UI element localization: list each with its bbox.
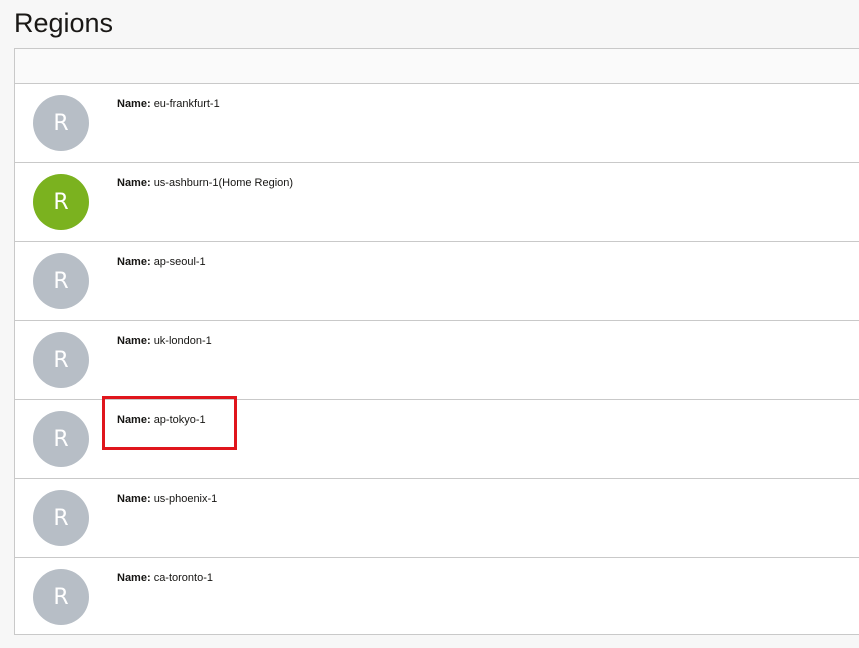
region-info: Name: us-phoenix-1 (117, 492, 217, 506)
region-avatar-icon: R (33, 411, 89, 467)
region-info: Name: eu-frankfurt-1 (117, 97, 220, 111)
region-info: Name: ap-tokyo-1 (117, 413, 206, 427)
region-list-item[interactable]: R Name: eu-frankfurt-1 (15, 84, 859, 163)
region-list-item[interactable]: R Name: us-phoenix-1 (15, 479, 859, 558)
region-name-label: Name: (117, 414, 151, 426)
region-list-item[interactable]: R Name: ca-toronto-1 (15, 558, 859, 637)
region-avatar-icon: R (33, 569, 89, 625)
region-list-item[interactable]: R Name: ap-tokyo-1 (15, 400, 859, 479)
region-name-label: Name: (117, 98, 151, 110)
panel-header (15, 49, 859, 84)
region-list-item[interactable]: R Name: us-ashburn-1(Home Region) (15, 163, 859, 242)
region-name-value: ap-seoul-1 (153, 256, 206, 268)
region-avatar-icon: R (33, 253, 89, 309)
region-avatar-icon: R (33, 174, 89, 230)
region-info: Name: ap-seoul-1 (117, 255, 206, 269)
region-name-value: us-phoenix-1 (153, 493, 218, 505)
region-info: Name: uk-london-1 (117, 334, 212, 348)
region-info: Name: ca-toronto-1 (117, 571, 213, 585)
region-list-item[interactable]: R Name: uk-london-1 (15, 321, 859, 400)
region-info: Name: us-ashburn-1(Home Region) (117, 176, 293, 190)
regions-page: Regions R Name: eu-frankfurt-1 R Name: u… (0, 0, 859, 648)
page-title: Regions (14, 8, 114, 38)
region-name-label: Name: (117, 256, 151, 268)
regions-panel: R Name: eu-frankfurt-1 R Name: us-ashbur… (14, 48, 859, 635)
region-name-label: Name: (117, 493, 151, 505)
region-name-value: eu-frankfurt-1 (153, 98, 220, 110)
region-name-label: Name: (117, 572, 151, 584)
region-name-value: uk-london-1 (153, 335, 212, 347)
region-avatar-icon: R (33, 490, 89, 546)
region-avatar-icon: R (33, 95, 89, 151)
region-name-label: Name: (117, 177, 151, 189)
region-name-value: ap-tokyo-1 (153, 414, 206, 426)
region-name-label: Name: (117, 335, 151, 347)
region-name-value: us-ashburn-1(Home Region) (153, 177, 294, 189)
region-list-item[interactable]: R Name: ap-seoul-1 (15, 242, 859, 321)
region-name-value: ca-toronto-1 (153, 572, 213, 584)
region-avatar-icon: R (33, 332, 89, 388)
region-list: R Name: eu-frankfurt-1 R Name: us-ashbur… (15, 84, 859, 637)
